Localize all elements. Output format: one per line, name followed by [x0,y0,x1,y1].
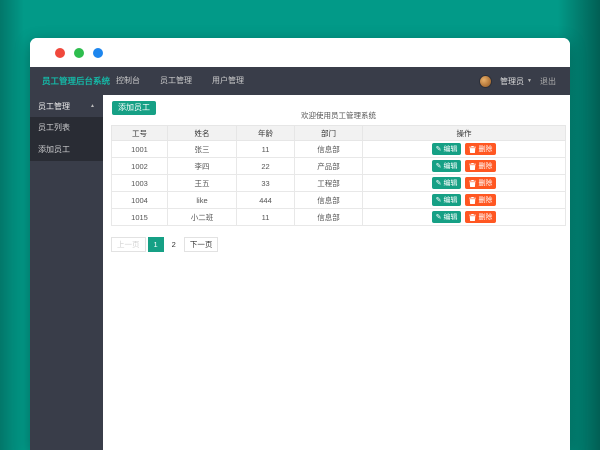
cell-dept: 工程部 [295,175,363,192]
cell-age: 11 [237,141,295,158]
top-navbar: 员工管理后台系统 控制台 员工管理 用户管理 管理员 ▼ 退出 [30,67,570,95]
sidebar-group-label: 员工管理 [38,101,70,112]
edit-button[interactable]: ✎编辑 [432,160,462,172]
cell-dept: 产品部 [295,158,363,175]
cell-id: 1004 [112,192,168,209]
edit-button[interactable]: ✎编辑 [432,177,462,189]
cell-actions: ✎编辑 删除 [363,158,566,175]
sidebar-item-employee-list[interactable]: 员工列表 [30,117,103,139]
cell-dept: 信息部 [295,141,363,158]
col-header-actions: 操作 [363,126,566,141]
browser-titlebar [30,38,570,67]
sidebar-group-employee-management[interactable]: 员工管理 ▲ [30,95,103,117]
table-row: 1015 小二班 11 信息部 ✎编辑 删除 [112,209,566,226]
edit-label: 编辑 [443,144,457,154]
pagination-page-1[interactable]: 1 [148,237,164,252]
edit-icon: ✎ [436,214,442,221]
pagination-prev[interactable]: 上一页 [111,237,146,252]
delete-label: 删除 [478,144,492,154]
edit-icon: ✎ [436,180,442,187]
main-content: 添加员工 欢迎使用员工管理系统 工号 姓名 年龄 部门 操作 [103,95,570,450]
delete-button[interactable]: 删除 [465,177,496,189]
trash-icon [469,146,476,153]
trash-icon [469,214,476,221]
nav-item-employee-management[interactable]: 员工管理 [153,67,199,95]
pagination-next[interactable]: 下一页 [184,237,219,252]
cell-dept: 信息部 [295,192,363,209]
col-header-id: 工号 [112,126,168,141]
user-name-label: 管理员 [500,76,524,87]
edit-button[interactable]: ✎编辑 [432,143,462,155]
col-header-age: 年龄 [237,126,295,141]
cell-age: 22 [237,158,295,175]
delete-label: 删除 [478,178,492,188]
cell-name: like [168,192,237,209]
nav-item-user-management[interactable]: 用户管理 [205,67,251,95]
nav-item-console[interactable]: 控制台 [109,67,147,95]
cell-age: 33 [237,175,295,192]
table-caption: 欢迎使用员工管理系统 [111,101,566,125]
delete-label: 删除 [478,195,492,205]
trash-icon [469,197,476,204]
chevron-up-icon: ▲ [90,103,95,109]
cell-actions: ✎编辑 删除 [363,141,566,158]
user-dropdown[interactable]: 管理员 ▼ [500,76,532,87]
table-header-row: 工号 姓名 年龄 部门 操作 [112,126,566,141]
cell-actions: ✎编辑 删除 [363,209,566,226]
cell-age: 11 [237,209,295,226]
table-row: 1001 张三 11 信息部 ✎编辑 删除 [112,141,566,158]
sidebar: 员工管理 ▲ 员工列表 添加员工 [30,95,103,450]
delete-button[interactable]: 删除 [465,194,496,206]
app-brand: 员工管理后台系统 [30,75,106,87]
add-employee-button[interactable]: 添加员工 [112,101,156,115]
close-window-icon[interactable] [55,48,65,58]
chevron-down-icon: ▼ [527,78,532,84]
maximize-window-icon[interactable] [93,48,103,58]
edit-button[interactable]: ✎编辑 [432,211,462,223]
navbar-right: 管理员 ▼ 退出 [479,75,570,88]
table-row: 1002 李四 22 产品部 ✎编辑 删除 [112,158,566,175]
cell-age: 444 [237,192,295,209]
cell-actions: ✎编辑 删除 [363,175,566,192]
delete-button[interactable]: 删除 [465,160,496,172]
cell-id: 1003 [112,175,168,192]
edit-icon: ✎ [436,163,442,170]
logout-link[interactable]: 退出 [540,76,556,87]
trash-icon [469,163,476,170]
cell-id: 1002 [112,158,168,175]
user-avatar[interactable] [479,75,492,88]
edit-icon: ✎ [436,146,442,153]
cell-name: 张三 [168,141,237,158]
cell-id: 1015 [112,209,168,226]
edit-label: 编辑 [443,212,457,222]
cell-name: 王五 [168,175,237,192]
app-window: 员工管理后台系统 控制台 员工管理 用户管理 管理员 ▼ 退出 员工管理 ▲ 员… [30,38,570,450]
cell-actions: ✎编辑 删除 [363,192,566,209]
cell-dept: 信息部 [295,209,363,226]
table-row: 1004 like 444 信息部 ✎编辑 删除 [112,192,566,209]
sidebar-item-add-employee[interactable]: 添加员工 [30,139,103,161]
cell-id: 1001 [112,141,168,158]
delete-label: 删除 [478,212,492,222]
minimize-window-icon[interactable] [74,48,84,58]
edit-label: 编辑 [443,161,457,171]
window-body: 员工管理 ▲ 员工列表 添加员工 添加员工 欢迎使用员工管理系统 工号 姓名 年… [30,95,570,450]
delete-label: 删除 [478,161,492,171]
table-row: 1003 王五 33 工程部 ✎编辑 删除 [112,175,566,192]
cell-name: 李四 [168,158,237,175]
col-header-name: 姓名 [168,126,237,141]
pagination: 上一页 1 2 下一页 [111,237,566,252]
edit-button[interactable]: ✎编辑 [432,194,462,206]
col-header-dept: 部门 [295,126,363,141]
trash-icon [469,180,476,187]
pagination-page-2[interactable]: 2 [166,237,182,252]
edit-label: 编辑 [443,178,457,188]
cell-name: 小二班 [168,209,237,226]
edit-label: 编辑 [443,195,457,205]
employee-table: 工号 姓名 年龄 部门 操作 1001 张三 11 信息部 ✎编辑删除 [111,125,566,226]
delete-button[interactable]: 删除 [465,211,496,223]
delete-button[interactable]: 删除 [465,143,496,155]
edit-icon: ✎ [436,197,442,204]
